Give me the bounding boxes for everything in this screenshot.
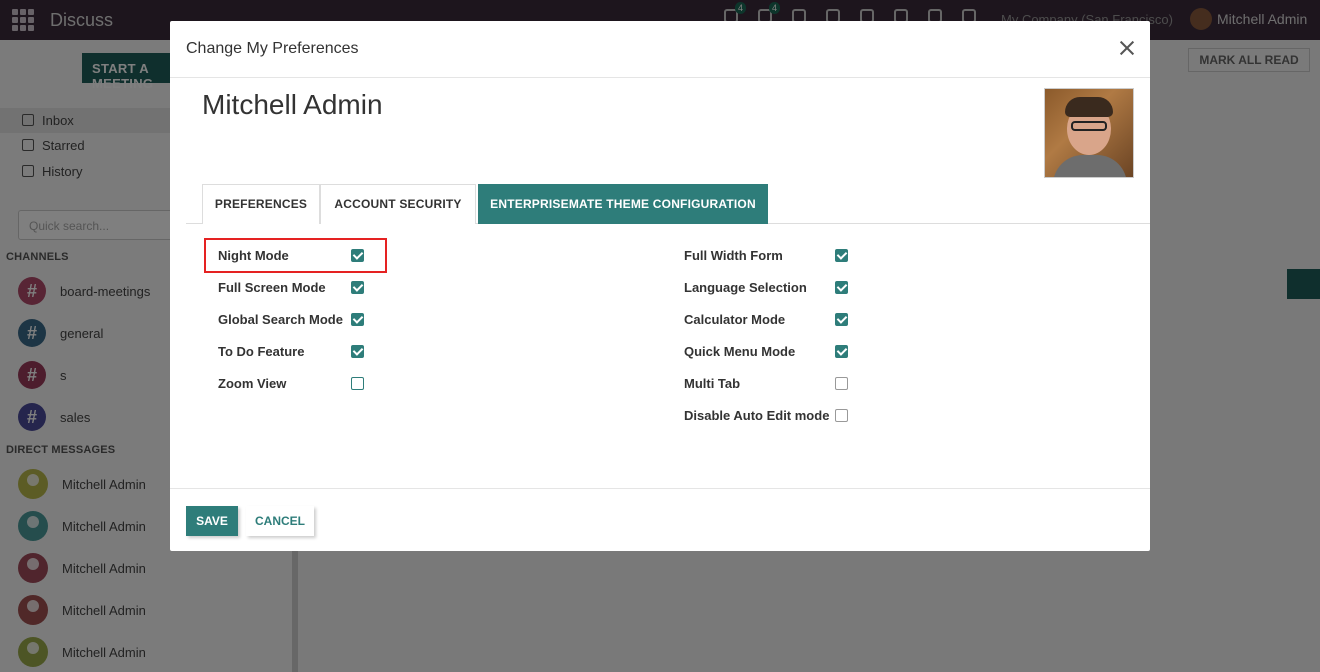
field-label: Zoom View [218, 375, 287, 391]
tab-account-security[interactable]: ACCOUNT SECURITY [320, 184, 476, 224]
calculator-mode-checkbox[interactable] [835, 313, 848, 326]
global-search-mode-checkbox[interactable] [351, 313, 364, 326]
dialog-header: Change My Preferences [170, 21, 1150, 78]
tab-preferences[interactable]: PREFERENCES [202, 184, 320, 224]
field-label: Language Selection [684, 279, 807, 295]
field-to-do-feature: To Do Feature [218, 341, 304, 361]
full-width-form-checkbox[interactable] [835, 249, 848, 262]
user-photo[interactable] [1044, 88, 1134, 178]
field-zoom-view: Zoom View [218, 373, 286, 393]
multi-tab-checkbox[interactable] [835, 377, 848, 390]
language-selection-checkbox[interactable] [835, 281, 848, 294]
field-label: To Do Feature [218, 343, 305, 359]
field-label: Full Width Form [684, 247, 783, 263]
tab-enterprisemate-theme-configuration[interactable]: ENTERPRISEMATE THEME CONFIGURATION [478, 184, 768, 224]
cancel-button[interactable]: CANCEL [246, 506, 314, 536]
full-screen-mode-checkbox[interactable] [351, 281, 364, 294]
to-do-feature-checkbox[interactable] [351, 345, 364, 358]
field-language-selection: Language Selection [684, 277, 807, 297]
field-label: Global Search Mode [218, 311, 343, 327]
disable-auto-edit-mode-checkbox[interactable] [835, 409, 848, 422]
tab-bar: PREFERENCES ACCOUNT SECURITY ENTERPRISEM… [186, 184, 1150, 224]
field-quick-menu-mode: Quick Menu Mode [684, 341, 795, 361]
field-calculator-mode: Calculator Mode [684, 309, 785, 329]
preferences-dialog: Change My Preferences Mitchell Admin PRE… [170, 21, 1150, 551]
quick-menu-mode-checkbox[interactable] [835, 345, 848, 358]
field-multi-tab: Multi Tab [684, 373, 740, 393]
field-full-screen-mode: Full Screen Mode [218, 277, 326, 297]
close-icon[interactable] [1118, 39, 1136, 57]
field-disable-auto-edit-mode: Disable Auto Edit mode [684, 405, 829, 425]
field-global-search-mode: Global Search Mode [218, 309, 343, 329]
field-label: Full Screen Mode [218, 279, 326, 295]
dialog-footer: SAVE CANCEL [170, 488, 1150, 551]
field-label: Calculator Mode [684, 311, 786, 327]
dialog-title: Change My Preferences [186, 40, 359, 57]
highlight-box [204, 238, 387, 273]
field-label: Quick Menu Mode [684, 343, 796, 359]
field-label: Disable Auto Edit mode [684, 407, 830, 423]
user-name-heading: Mitchell Admin [202, 89, 383, 120]
save-button[interactable]: SAVE [186, 506, 238, 536]
zoom-view-checkbox[interactable] [351, 377, 364, 390]
field-full-width-form: Full Width Form [684, 245, 783, 265]
field-label: Multi Tab [684, 375, 741, 391]
